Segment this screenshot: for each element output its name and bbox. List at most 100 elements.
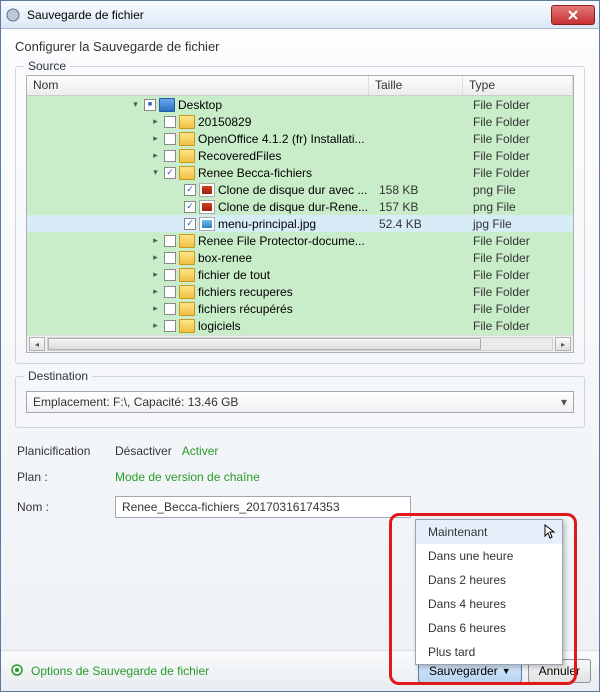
checkbox[interactable] [164, 303, 176, 315]
row-type: File Folder [469, 115, 573, 129]
checkbox[interactable] [164, 167, 176, 179]
menu-item[interactable]: Dans une heure [416, 544, 562, 568]
expander-icon[interactable]: ▸ [150, 320, 161, 331]
row-size: 52.4 KB [375, 217, 469, 231]
scroll-thumb[interactable] [48, 338, 481, 350]
tree-body[interactable]: ▾DesktopFile Folder▸20150829File Folder▸… [27, 96, 573, 335]
row-name: 20150829 [198, 115, 251, 129]
row-name: Clone de disque dur-Rene... [218, 200, 368, 214]
checkbox[interactable] [164, 133, 176, 145]
menu-item[interactable]: Plus tard [416, 640, 562, 664]
row-type: File Folder [469, 132, 573, 146]
checkbox[interactable] [164, 320, 176, 332]
row-name: fichiers recuperes [198, 285, 293, 299]
options-link[interactable]: Options de Sauvegarde de fichier [9, 662, 412, 681]
tree-row[interactable]: ▸Renee File Protector-docume...File Fold… [27, 232, 573, 249]
schedule-disable-link[interactable]: Désactiver [115, 444, 172, 458]
tree-row[interactable]: ▸ RecoveredFiles File Folder [27, 147, 573, 164]
expander-icon[interactable]: ▸ [150, 133, 161, 144]
name-label: Nom : [17, 500, 105, 514]
options-label: Options de Sauvegarde de fichier [31, 664, 209, 678]
backup-name-input[interactable] [115, 496, 411, 518]
close-button[interactable] [551, 5, 595, 25]
window-title: Sauvegarde de fichier [27, 8, 551, 22]
content-area: Configurer la Sauvegarde de fichier Sour… [1, 29, 599, 650]
scroll-right-button[interactable]: ▸ [555, 337, 571, 351]
expander-icon[interactable]: ▸ [150, 286, 161, 297]
folder-icon [179, 115, 195, 129]
row-type: png File [469, 200, 573, 214]
cancel-label: Annuler [539, 664, 580, 678]
row-name: Renee Becca-fichiers [198, 166, 312, 180]
column-type[interactable]: Type [463, 76, 573, 95]
plan-value[interactable]: Mode de version de chaîne [115, 470, 260, 484]
expander-icon[interactable]: ▸ [150, 235, 161, 246]
checkbox[interactable] [184, 218, 196, 230]
checkbox[interactable] [184, 184, 196, 196]
tree-row[interactable]: Clone de disque dur avec ...158 KBpng Fi… [27, 181, 573, 198]
tree-row[interactable]: ▸fichiers récupérésFile Folder [27, 300, 573, 317]
checkbox[interactable] [144, 99, 156, 111]
folder-icon [179, 166, 195, 180]
tree-row[interactable]: ▾ Desktop File Folder [27, 96, 573, 113]
tree-row[interactable]: menu-principal.jpg52.4 KBjpg File [27, 215, 573, 232]
row-size: 157 KB [375, 200, 469, 214]
checkbox[interactable] [184, 201, 196, 213]
row-type: File Folder [469, 251, 573, 265]
row-name: fichier de tout [198, 268, 270, 282]
horizontal-scrollbar[interactable]: ◂ ▸ [27, 335, 573, 352]
scroll-left-button[interactable]: ◂ [29, 337, 45, 351]
expander-icon [170, 218, 181, 229]
row-type: File Folder [469, 285, 573, 299]
expander-icon[interactable]: ▸ [150, 269, 161, 280]
scroll-track[interactable] [47, 337, 553, 351]
checkbox[interactable] [164, 269, 176, 281]
tree-row[interactable]: ▾Renee Becca-fichiersFile Folder [27, 164, 573, 181]
expander-icon[interactable]: ▸ [150, 303, 161, 314]
titlebar[interactable]: Sauvegarde de fichier [1, 1, 599, 29]
expander-icon[interactable]: ▸ [150, 150, 161, 161]
expander-icon[interactable]: ▸ [150, 252, 161, 263]
checkbox[interactable] [164, 235, 176, 247]
menu-item[interactable]: Maintenant [416, 520, 562, 544]
tree-row[interactable]: Clone de disque dur-Rene... 157 KBpng Fil… [27, 198, 573, 215]
menu-item[interactable]: Dans 6 heures [416, 616, 562, 640]
menu-item[interactable]: Dans 2 heures [416, 568, 562, 592]
app-icon [5, 7, 21, 23]
expander-icon[interactable]: ▾ [150, 167, 161, 178]
tree-row[interactable]: ▸ fichier de tout File Folder [27, 266, 573, 283]
tree-row[interactable]: ▸OpenOffice 4.1.2 (fr) Installati...File… [27, 130, 573, 147]
expander-icon[interactable]: ▸ [150, 116, 161, 127]
tree-row[interactable]: ▸ fichiers recuperes File Folder [27, 283, 573, 300]
jpg-icon [199, 217, 215, 231]
checkbox[interactable] [164, 252, 176, 264]
folder-icon [179, 149, 195, 163]
schedule-enable-link[interactable]: Activer [182, 444, 219, 458]
row-type: png File [469, 183, 573, 197]
file-tree: Nom Taille Type ▾ Desktop File Folder ▸ 2015… [26, 75, 574, 353]
expander-icon[interactable]: ▾ [130, 99, 141, 110]
save-label: Sauvegarder [429, 664, 498, 678]
row-name: Desktop [178, 98, 222, 112]
tree-row[interactable]: ▸logicielsFile Folder [27, 317, 573, 334]
checkbox[interactable] [164, 116, 176, 128]
row-type: File Folder [469, 149, 573, 163]
checkbox[interactable] [164, 150, 176, 162]
row-type: File Folder [469, 268, 573, 282]
folder-icon [179, 132, 195, 146]
menu-item[interactable]: Dans 4 heures [416, 592, 562, 616]
planning-area: Planicification Désactiver Activer Plan … [15, 440, 585, 530]
folder-icon [179, 251, 195, 265]
checkbox[interactable] [164, 286, 176, 298]
destination-select[interactable]: Emplacement: F:\, Capacité: 13.46 GB [26, 391, 574, 413]
row-name: RecoveredFiles [198, 149, 281, 163]
row-size: 158 KB [375, 183, 469, 197]
column-name[interactable]: Nom [27, 76, 369, 95]
schedule-label: Planicification [17, 444, 105, 458]
tree-header: Nom Taille Type [27, 76, 573, 96]
tree-row[interactable]: ▸box-reneeFile Folder [27, 249, 573, 266]
tree-row[interactable]: ▸ 20150829 File Folder [27, 113, 573, 130]
row-type: jpg File [469, 217, 573, 231]
row-type: File Folder [469, 98, 573, 112]
column-size[interactable]: Taille [369, 76, 463, 95]
